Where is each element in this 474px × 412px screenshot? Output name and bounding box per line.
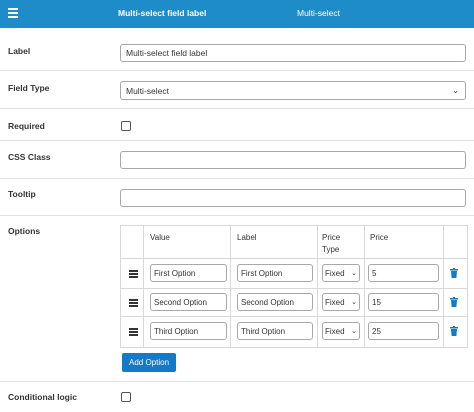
chevron-down-icon: ⌄ <box>351 270 357 277</box>
drag-handle-icon[interactable] <box>129 299 138 307</box>
option-label-input[interactable]: Second Option <box>237 293 313 311</box>
chevron-down-icon: ⌄ <box>351 299 357 306</box>
option-label-input[interactable]: First Option <box>237 264 313 282</box>
required-label: Required <box>8 121 45 131</box>
conditional-logic-row: Conditional logic <box>0 381 474 412</box>
column-header-price: Price <box>370 233 389 242</box>
column-header-price-type: Price Type <box>322 233 341 254</box>
price-input[interactable]: 25 <box>368 322 439 340</box>
chevron-down-icon: ⌄ <box>351 328 357 335</box>
css-class-input[interactable] <box>120 151 466 169</box>
css-class-label: CSS Class <box>8 152 51 162</box>
top-bar: Multi-select field label Multi-select <box>0 0 474 28</box>
price-input[interactable]: 15 <box>368 293 439 311</box>
label-row: Label <box>0 33 474 70</box>
tooltip-label: Tooltip <box>8 189 36 199</box>
field-type-value: Multi-select <box>126 86 169 96</box>
required-row: Required <box>0 108 474 140</box>
trash-icon[interactable] <box>450 326 458 336</box>
hamburger-menu-icon[interactable] <box>8 8 18 18</box>
column-header-value: Value <box>150 233 170 242</box>
field-type-select[interactable]: Multi-select ⌄ <box>120 81 466 100</box>
price-type-select[interactable]: Fixed ⌄ <box>322 322 360 340</box>
conditional-logic-label: Conditional logic <box>8 392 77 402</box>
conditional-logic-checkbox[interactable] <box>121 392 131 402</box>
required-checkbox[interactable] <box>121 121 131 131</box>
options-table: Value Label Price Type Price First Optio… <box>120 225 468 348</box>
drag-handle-icon[interactable] <box>129 328 138 336</box>
tooltip-row: Tooltip <box>0 178 474 215</box>
label-input[interactable] <box>120 44 466 62</box>
label-field-label: Label <box>8 46 31 56</box>
options-label: Options <box>8 226 41 236</box>
tooltip-input[interactable] <box>120 189 466 207</box>
price-type-select[interactable]: Fixed ⌄ <box>322 293 360 311</box>
option-value-input[interactable]: Third Option <box>150 322 227 340</box>
field-title: Multi-select field label <box>118 8 207 18</box>
trash-icon[interactable] <box>450 268 458 278</box>
field-type-title: Multi-select <box>297 8 340 18</box>
column-header-label: Label <box>237 233 257 242</box>
option-value-input[interactable]: First Option <box>150 264 227 282</box>
add-option-button[interactable]: Add Option <box>122 353 176 372</box>
trash-icon[interactable] <box>450 297 458 307</box>
option-value-input[interactable]: Second Option <box>150 293 227 311</box>
chevron-down-icon: ⌄ <box>452 86 459 95</box>
drag-handle-icon[interactable] <box>129 270 138 278</box>
price-type-select[interactable]: Fixed ⌄ <box>322 264 360 282</box>
option-label-input[interactable]: Third Option <box>237 322 313 340</box>
css-class-row: CSS Class <box>0 140 474 178</box>
price-input[interactable]: 5 <box>368 264 439 282</box>
field-type-label: Field Type <box>8 83 50 93</box>
field-type-row: Field Type Multi-select ⌄ <box>0 70 474 108</box>
